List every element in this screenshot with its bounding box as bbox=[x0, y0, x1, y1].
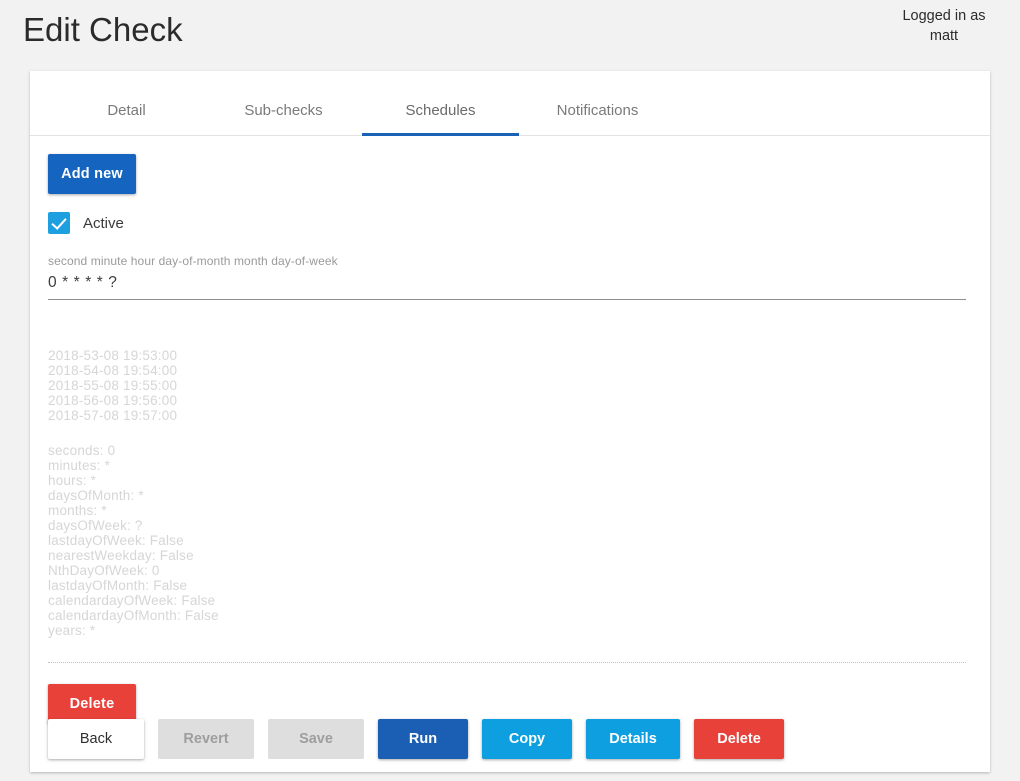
next-run-time: 2018-53-08 19:53:00 bbox=[48, 348, 178, 363]
details-button[interactable]: Details bbox=[586, 719, 680, 759]
delete-schedule-row: Delete bbox=[48, 684, 972, 724]
parsed-field: lastdayOfMonth: False bbox=[48, 578, 188, 593]
delete-button[interactable]: Delete bbox=[694, 719, 784, 759]
logged-in-label: Logged in as bbox=[902, 8, 986, 24]
logged-in-username: matt bbox=[929, 28, 959, 44]
schedules-panel: Add new Active second minute hour day-of… bbox=[30, 136, 990, 724]
edit-check-card: Detail Sub-checks Schedules Notification… bbox=[30, 71, 990, 772]
footer-action-bar: Back Revert Save Run Copy Details Delete bbox=[48, 719, 972, 759]
tab-detail[interactable]: Detail bbox=[48, 102, 205, 136]
cron-expression-hint: second minute hour day-of-month month da… bbox=[48, 254, 338, 268]
tab-bar: Detail Sub-checks Schedules Notification… bbox=[30, 71, 990, 136]
schedule-preview: 2018-53-08 19:53:00 2018-54-08 19:54:00 … bbox=[48, 348, 972, 638]
parsed-field: hours: * bbox=[48, 473, 97, 488]
parsed-field: daysOfWeek: ? bbox=[48, 518, 143, 533]
parsed-field: lastdayOfWeek: False bbox=[48, 533, 184, 548]
next-run-time: 2018-54-08 19:54:00 bbox=[48, 363, 178, 378]
back-button[interactable]: Back bbox=[48, 719, 144, 759]
add-new-schedule-button[interactable]: Add new bbox=[48, 154, 136, 194]
parsed-field: calendardayOfWeek: False bbox=[48, 593, 216, 608]
active-checkbox-label: Active bbox=[83, 214, 124, 232]
tab-schedules[interactable]: Schedules bbox=[362, 102, 519, 136]
tab-sub-checks[interactable]: Sub-checks bbox=[205, 102, 362, 136]
logged-in-status: Logged in as matt bbox=[884, 6, 1004, 46]
delete-schedule-button[interactable]: Delete bbox=[48, 684, 136, 724]
section-divider bbox=[48, 662, 966, 663]
page-title: Edit Check bbox=[23, 11, 183, 48]
active-checkbox[interactable] bbox=[48, 212, 70, 234]
parsed-field: years: * bbox=[48, 623, 96, 638]
next-run-time: 2018-56-08 19:56:00 bbox=[48, 393, 178, 408]
parsed-field: seconds: 0 bbox=[48, 443, 116, 458]
parsed-field: months: * bbox=[48, 503, 107, 518]
next-run-time: 2018-55-08 19:55:00 bbox=[48, 378, 178, 393]
next-run-time: 2018-57-08 19:57:00 bbox=[48, 408, 178, 423]
revert-button[interactable]: Revert bbox=[158, 719, 254, 759]
parsed-field: nearestWeekday: False bbox=[48, 548, 194, 563]
preview-spacer bbox=[48, 423, 972, 443]
cron-expression-input[interactable]: 0 * * * * ? bbox=[48, 268, 966, 300]
active-checkbox-row: Active bbox=[48, 212, 972, 234]
cron-expression-field: second minute hour day-of-month month da… bbox=[48, 254, 966, 300]
parsed-field: minutes: * bbox=[48, 458, 111, 473]
copy-button[interactable]: Copy bbox=[482, 719, 572, 759]
parsed-field: calendardayOfMonth: False bbox=[48, 608, 219, 623]
page-header: Edit Check Logged in as matt bbox=[0, 0, 1020, 71]
tab-notifications[interactable]: Notifications bbox=[519, 102, 676, 136]
run-button[interactable]: Run bbox=[378, 719, 468, 759]
parsed-field: daysOfMonth: * bbox=[48, 488, 144, 503]
save-button[interactable]: Save bbox=[268, 719, 364, 759]
parsed-field: NthDayOfWeek: 0 bbox=[48, 563, 160, 578]
